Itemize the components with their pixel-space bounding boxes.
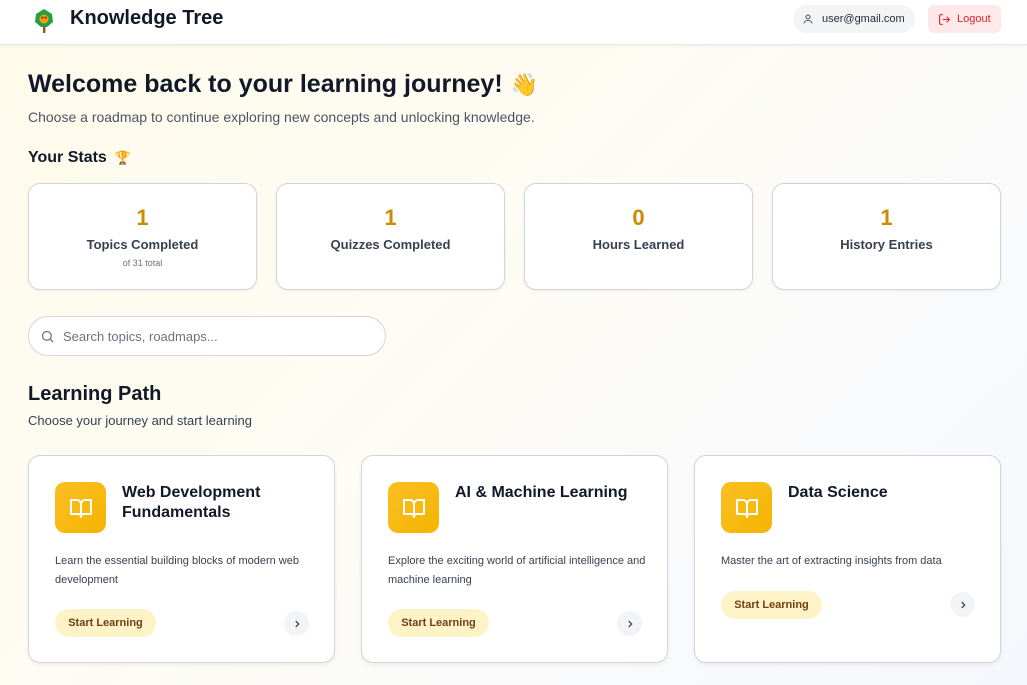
stats-heading-label: Your Stats (28, 149, 107, 166)
roadmap-card-title: Data Science (788, 484, 888, 501)
book-icon (55, 482, 106, 533)
top-header: Knowledge Tree user@gmail.com Logout (0, 0, 1027, 45)
stat-sublabel: of 31 total (122, 258, 163, 268)
logout-button[interactable]: Logout (928, 5, 1001, 33)
stat-label: Quizzes Completed (330, 237, 451, 252)
roadmap-card-description: Learn the essential building blocks of m… (55, 555, 299, 586)
logout-label: Logout (957, 13, 991, 25)
user-email: user@gmail.com (822, 13, 905, 25)
stat-value: 1 (384, 205, 397, 230)
search-icon (41, 330, 54, 343)
stat-value: 0 (632, 205, 645, 230)
learning-path-subtitle: Choose your journey and start learning (28, 413, 253, 428)
app-title[interactable]: Knowledge Tree (70, 7, 223, 30)
roadmap-card-data-science[interactable]: Data Science Master the art of extractin… (694, 455, 1001, 663)
stat-label: History Entries (840, 237, 933, 252)
welcome-title: Welcome back to your learning journey! (28, 70, 503, 98)
stat-card-topics: 1 Topics Completed of 31 total (28, 183, 257, 290)
chevron-right-icon[interactable] (617, 611, 642, 636)
start-learning-button[interactable]: Start Learning (55, 609, 156, 637)
logout-icon (939, 13, 951, 25)
roadmap-card-ai-ml[interactable]: AI & Machine Learning Explore the exciti… (361, 455, 668, 663)
book-icon (388, 482, 439, 533)
roadmap-card-web-dev[interactable]: Web Development Fundamentals Learn the e… (28, 455, 335, 663)
tree-logo-icon[interactable] (33, 8, 55, 34)
stat-card-hours: 0 Hours Learned (524, 183, 753, 290)
stat-label: Topics Completed (86, 237, 199, 252)
chevron-right-icon[interactable] (284, 611, 309, 636)
start-learning-button[interactable]: Start Learning (388, 609, 489, 637)
stat-label: Hours Learned (592, 237, 685, 252)
book-icon (721, 482, 772, 533)
stats-heading: Your Stats 🏆 (28, 149, 131, 167)
trophy-icon: 🏆 (114, 150, 132, 165)
roadmap-card-description: Explore the exciting world of artificial… (388, 555, 646, 586)
wave-emoji-icon: 👋 (510, 71, 539, 97)
chevron-right-icon[interactable] (950, 592, 975, 617)
welcome-subtitle: Choose a roadmap to continue exploring n… (28, 109, 535, 125)
roadmap-card-title: Web Development Fundamentals (122, 484, 261, 521)
stat-value: 1 (880, 205, 893, 230)
user-icon (803, 14, 813, 24)
user-menu[interactable]: user@gmail.com (793, 5, 915, 33)
stat-value: 1 (136, 205, 149, 230)
search-input[interactable] (63, 328, 363, 344)
roadmap-card-description: Master the art of extracting insights fr… (721, 555, 942, 567)
stat-card-history: 1 History Entries (772, 183, 1001, 290)
start-learning-button[interactable]: Start Learning (721, 591, 822, 619)
welcome-heading: Welcome back to your learning journey! 👋 (28, 70, 538, 99)
stat-card-quizzes: 1 Quizzes Completed (276, 183, 505, 290)
search-bar[interactable] (28, 316, 386, 356)
roadmap-card-title: AI & Machine Learning (455, 484, 628, 501)
learning-path-title: Learning Path (28, 383, 162, 405)
